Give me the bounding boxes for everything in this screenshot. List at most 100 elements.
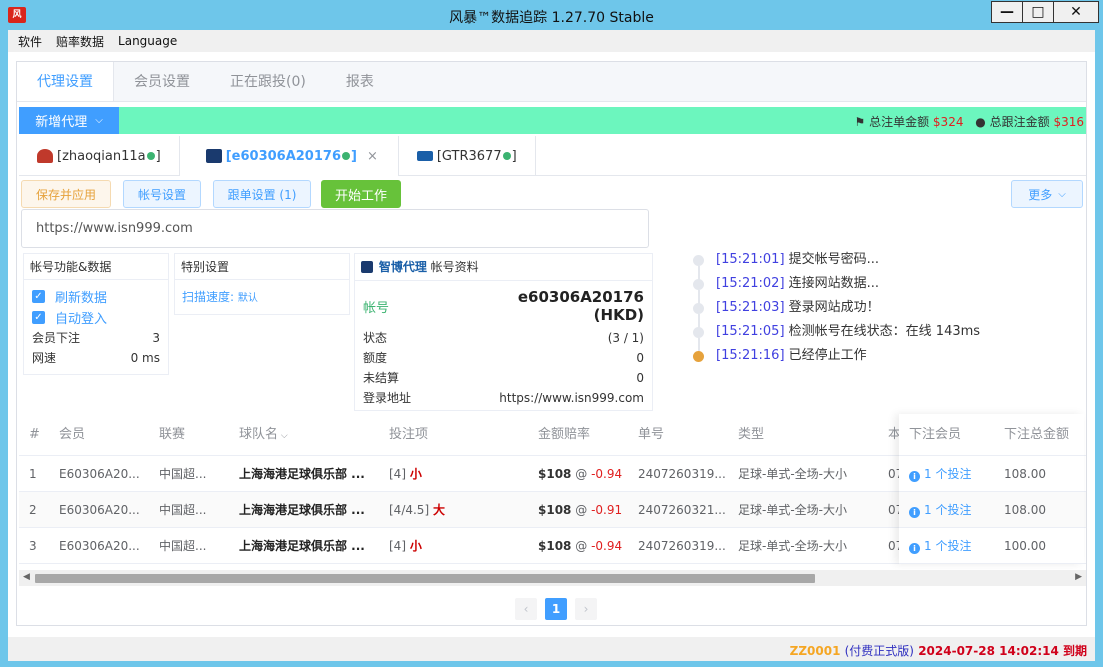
col-bet-item: 投注项 [389,427,429,442]
unsettled-value: 0 [636,371,644,385]
account-tab-suffix: ] [155,148,161,164]
card-title: 特别设置 [175,254,349,280]
checkbox-label: 刷新数据 [55,291,108,306]
row-order-no: 2407260319... [638,467,726,481]
special-settings-card: 特别设置 扫描速度: 默认 [174,253,350,315]
col-amount-odds: 金额赔率 [538,427,591,442]
bookmaker-icon [205,149,222,163]
col-team[interactable]: 球队名 ⌵ [239,414,288,457]
close-tab-icon[interactable]: × [367,149,378,164]
tab-proxy-settings[interactable]: 代理设置 [17,62,114,101]
refresh-data-checkbox[interactable]: ✓ 刷新数据 [24,286,168,307]
tab-reports[interactable]: 报表 [326,62,394,101]
bookmaker-icon [361,261,373,273]
log-message: 提交帐号密码... [788,252,880,267]
brand-label: 智博代理 [378,260,427,274]
scroll-right-icon[interactable]: ▶ [1075,572,1082,582]
total-amount: 108.00 [1004,503,1046,517]
account-toolbar: 保存并应用 帐号设置 跟单设置 (1) 开始工作 更多 ⌵ [21,180,1084,210]
next-page-button[interactable]: › [575,598,597,620]
row-index: 2 [29,503,37,517]
license-code: ZZ0001 [789,644,841,658]
scan-speed-setting[interactable]: 扫描速度: 默认 [175,280,349,305]
unsettled-label: 未结算 [363,371,400,385]
account-settings-button[interactable]: 帐号设置 [123,180,201,208]
bet-odds: -0.91 [591,503,623,517]
row-league: 中国超... [159,539,207,553]
account-tab-zhaoqian[interactable]: [zhaoqian11a ] [19,136,180,176]
status-bar: ZZ0001 (付费正式版) 2024-07-28 14:02:14 到期 [8,637,1095,661]
chevron-down-icon: ⌵ [1058,188,1066,200]
row-type: 足球-单式-全场-大小 [738,467,847,481]
account-tab-gtr[interactable]: [GTR3677 ] [399,136,536,176]
menu-software[interactable]: 软件 [18,33,42,50]
start-work-button[interactable]: 开始工作 [321,180,401,208]
page-1-button[interactable]: 1 [545,598,567,620]
bet-amount: $108 [538,539,572,553]
row-bet-item: [4/4.5] 大 [389,492,445,528]
log-item: [15:21:03] 登录网站成功！ [689,296,1079,328]
more-button[interactable]: 更多 ⌵ [1011,180,1083,208]
row-member: E60306A20... [59,539,140,553]
minimize-button[interactable]: — [991,1,1023,23]
row-order-no: 2407260321... [638,503,726,517]
bet-pick: 小 [409,539,422,553]
log-time: [15:21:03] [716,300,785,315]
bet-odds: -0.94 [591,467,623,481]
card-title: 帐号功能&数据 [24,254,168,280]
close-window-button[interactable]: ✕ [1053,1,1099,23]
more-label: 更多 [1028,187,1053,202]
at-sign: @ [575,467,588,481]
maximize-button[interactable]: □ [1022,1,1054,23]
bettors-link[interactable]: i 1 个投注 [909,528,971,564]
limit-label: 额度 [363,351,388,365]
horizontal-scrollbar[interactable]: ◀ ▶ [19,570,1086,586]
license-expiry: 2024-07-28 14:02:14 到期 [918,644,1087,658]
account-number-row: 帐号 e60306A20176 (HKD) [355,288,652,328]
total-amount: 100.00 [1004,539,1046,553]
flag-icon: ⚑ [854,115,866,129]
row-index: 1 [29,467,37,481]
add-proxy-label: 新增代理 [35,115,88,130]
save-apply-button[interactable]: 保存并应用 [21,180,111,208]
row-team: 上海海港足球俱乐部 ... [239,539,365,553]
tab-member-settings[interactable]: 会员设置 [114,62,210,101]
card-title: 帐号资料 [430,260,479,274]
add-proxy-button[interactable]: 新增代理 ⌵ [19,107,119,134]
total-follow-value: $316 [1053,115,1084,129]
scan-speed-label: 扫描速度: [182,290,235,304]
fixed-row: i 1 个投注 108.00 [899,456,1084,492]
follow-settings-button[interactable]: 跟单设置 (1) [213,180,311,208]
tab-following[interactable]: 正在跟投(0) [210,62,326,101]
top-tabs: 代理设置 会员设置 正在跟投(0) 报表 [17,62,1086,102]
member-bet-label: 会员下注 [32,331,81,345]
at-sign: @ [575,503,588,517]
account-tab-e60306[interactable]: [e60306A20176 ] × [179,136,399,176]
member-bet-row: 会员下注 3 [24,328,168,348]
auto-login-checkbox[interactable]: ✓ 自动登入 [24,307,168,328]
scan-speed-value: 默认 [237,293,258,304]
url-input[interactable]: https://www.isn999.com [21,209,649,248]
window-title: 风暴™数据追踪 1.27.70 Stable [449,10,654,26]
log-message: 连接网站数据... [788,276,880,291]
account-tab-label: [GTR3677 [436,148,502,164]
scrollbar-thumb[interactable] [35,574,815,583]
log-time: [15:21:01] [716,252,785,267]
bettors-link[interactable]: i 1 个投注 [909,456,971,492]
menu-language[interactable]: Language [118,34,177,48]
scroll-left-icon[interactable]: ◀ [23,572,30,582]
account-tabs: [zhaoqian11a ] [e60306A20176 ] × [GTR367… [19,136,1086,176]
col-index: # [29,427,40,442]
log-item: [15:21:16] 已经停止工作 [689,344,1079,368]
login-url-row: 登录地址 https://www.isn999.com [355,388,652,408]
timeline-dot-icon [693,303,704,314]
col-league: 联赛 [159,427,186,442]
pagination: ‹ 1 › [511,598,601,620]
row-amount-odds: $108 @ -0.94 [538,528,622,564]
bettors-link[interactable]: i 1 个投注 [909,492,971,528]
log-item: [15:21:01] 提交帐号密码... [689,248,1079,280]
account-tab-suffix: ] [351,148,357,164]
row-type: 足球-单式-全场-大小 [738,539,847,553]
prev-page-button[interactable]: ‹ [515,598,537,620]
menu-odds-data[interactable]: 赔率数据 [56,33,104,50]
